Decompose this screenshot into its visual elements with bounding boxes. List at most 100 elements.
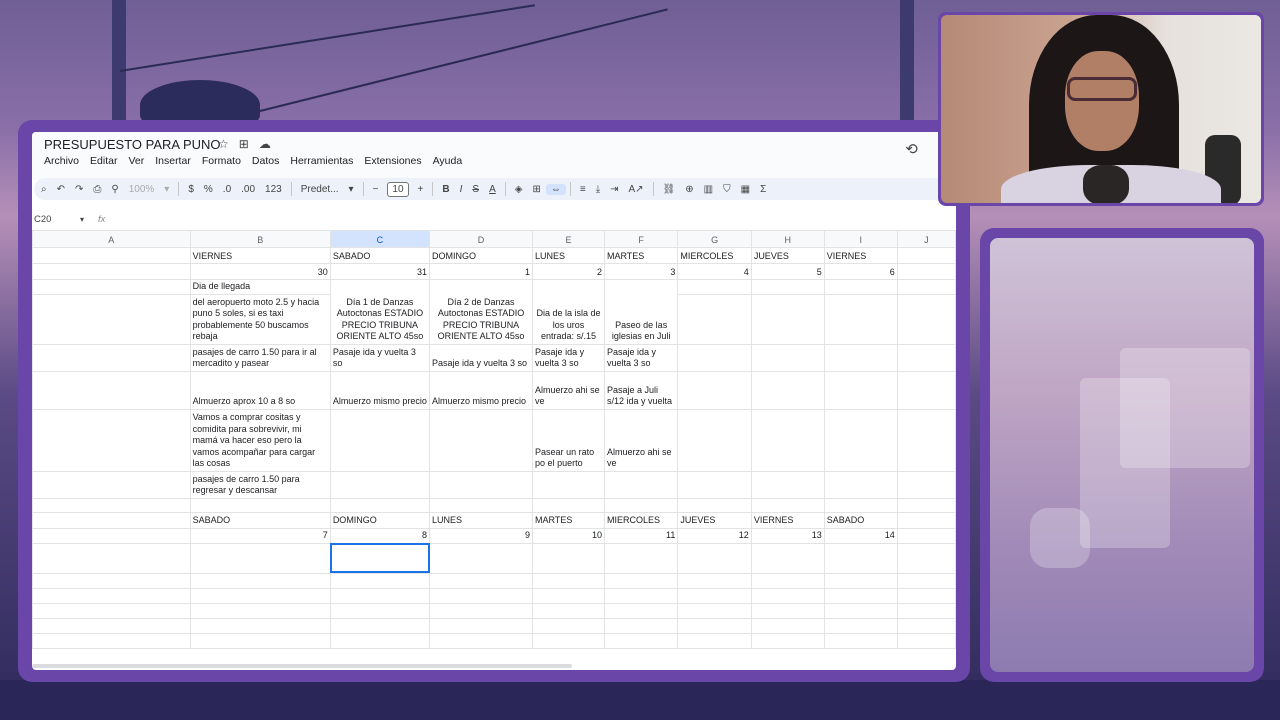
cell[interactable] — [532, 572, 605, 589]
cell[interactable]: VIERNES — [823, 247, 898, 264]
cell[interactable] — [896, 572, 956, 589]
cell[interactable] — [603, 542, 679, 574]
cell[interactable] — [32, 343, 191, 372]
cell[interactable]: JUEVES — [677, 511, 752, 529]
cell[interactable] — [750, 632, 825, 649]
cell[interactable]: VIERNES — [189, 247, 331, 264]
cell[interactable] — [329, 632, 431, 649]
cell[interactable] — [823, 542, 898, 574]
horizontal-align-icon[interactable]: ≡ — [575, 184, 591, 195]
insert-link-icon[interactable]: ⛓ — [658, 184, 681, 195]
cell[interactable] — [677, 542, 752, 574]
cell[interactable] — [428, 617, 534, 634]
cell[interactable]: 31 — [329, 263, 431, 280]
borders-icon[interactable]: ⊞ — [527, 184, 545, 195]
cell[interactable]: 1 — [428, 263, 534, 280]
cell[interactable]: 12 — [677, 527, 752, 544]
cell[interactable] — [750, 587, 825, 604]
cell[interactable] — [532, 587, 605, 604]
cell[interactable] — [896, 279, 956, 295]
cell[interactable]: MIERCOLES — [603, 511, 679, 529]
cell[interactable]: Pasear un rato po el puerto — [532, 408, 605, 472]
cell[interactable] — [603, 470, 679, 499]
cell[interactable] — [677, 293, 752, 345]
cell[interactable]: 7 — [189, 527, 331, 544]
cell[interactable]: pasajes de carro 1.50 para regresar y de… — [189, 470, 331, 499]
cell[interactable] — [677, 408, 752, 472]
cell[interactable]: Pasaje ida y vuelta 3 so — [428, 343, 534, 372]
column-header[interactable]: B — [189, 230, 331, 248]
menu-archivo[interactable]: Archivo — [44, 155, 79, 167]
cell[interactable]: MARTES — [532, 511, 605, 529]
cell[interactable] — [896, 632, 956, 649]
cell[interactable]: Dia de la isla de los uros entrada: s/.1… — [532, 279, 605, 345]
cell[interactable] — [32, 470, 191, 499]
cell[interactable]: 11 — [603, 527, 679, 544]
increase-decimal-button[interactable]: .00 — [236, 184, 260, 195]
cell[interactable] — [32, 572, 191, 589]
cell[interactable] — [428, 602, 534, 619]
font-select[interactable]: Predet... — [296, 184, 344, 195]
percent-format-button[interactable]: % — [199, 184, 218, 195]
cell[interactable] — [32, 408, 191, 472]
cell[interactable]: 2 — [532, 263, 605, 280]
zoom-select[interactable]: 100% — [124, 184, 160, 195]
bold-button[interactable]: B — [437, 184, 454, 195]
cell[interactable] — [603, 572, 679, 589]
cell[interactable]: del aeropuerto moto 2.5 y hacia puno 5 s… — [189, 293, 331, 345]
cell[interactable]: DOMINGO — [329, 511, 431, 529]
cell[interactable] — [428, 587, 534, 604]
cell[interactable] — [603, 632, 679, 649]
cell[interactable] — [823, 293, 898, 345]
cell[interactable] — [428, 542, 534, 574]
menu-herramientas[interactable]: Herramientas — [290, 155, 353, 167]
column-header[interactable]: E — [532, 230, 605, 248]
text-rotate-icon[interactable]: A↗ — [624, 184, 649, 195]
cell[interactable]: Almuerzo ahi se ve — [603, 408, 679, 472]
cloud-status-icon[interactable]: ☁ — [259, 137, 271, 151]
font-size-increase-button[interactable]: + — [413, 184, 429, 195]
cell[interactable]: Día 1 de Danzas Autoctonas ESTADIO PRECI… — [329, 279, 431, 345]
cell[interactable] — [189, 617, 331, 634]
cell[interactable] — [896, 370, 956, 410]
cell[interactable] — [329, 602, 431, 619]
cell[interactable] — [32, 263, 191, 280]
cell[interactable] — [32, 542, 191, 574]
cell[interactable]: Almuerzo mismo precio — [428, 370, 534, 410]
column-header[interactable]: I — [823, 230, 898, 248]
cell[interactable]: Pasaje ida y vuelta 3 so — [329, 343, 431, 372]
cell[interactable] — [823, 370, 898, 410]
redo-icon[interactable]: ↷ — [70, 184, 88, 195]
cell[interactable] — [428, 470, 534, 499]
cell[interactable] — [32, 527, 191, 544]
cell[interactable]: 3 — [603, 263, 679, 280]
cell[interactable] — [329, 470, 431, 499]
cell[interactable] — [428, 632, 534, 649]
cell[interactable] — [677, 602, 752, 619]
cell[interactable]: SABADO — [329, 247, 431, 264]
cell[interactable] — [329, 572, 431, 589]
cell[interactable] — [677, 632, 752, 649]
font-chevron-icon[interactable]: ▾ — [344, 184, 359, 195]
column-header[interactable]: F — [603, 230, 679, 248]
menu-ver[interactable]: Ver — [128, 155, 144, 167]
cell[interactable] — [823, 343, 898, 372]
column-header[interactable]: A — [32, 230, 191, 248]
cell[interactable] — [896, 408, 956, 472]
cell[interactable]: MARTES — [603, 247, 679, 264]
cell[interactable] — [750, 497, 825, 513]
cell[interactable]: 8 — [329, 527, 431, 544]
cell[interactable] — [896, 587, 956, 604]
cell[interactable] — [329, 587, 431, 604]
cell[interactable] — [329, 497, 431, 513]
cell[interactable] — [32, 602, 191, 619]
cell[interactable] — [823, 470, 898, 499]
cell[interactable]: Pasaje ida y vuelta 3 so — [603, 343, 679, 372]
column-header-selected[interactable]: C — [329, 230, 431, 248]
menu-extensiones[interactable]: Extensiones — [364, 155, 421, 167]
cell[interactable]: MIERCOLES — [677, 247, 752, 264]
cell[interactable] — [603, 587, 679, 604]
column-header[interactable]: D — [428, 230, 534, 248]
cell[interactable] — [896, 497, 956, 513]
cell[interactable] — [750, 617, 825, 634]
